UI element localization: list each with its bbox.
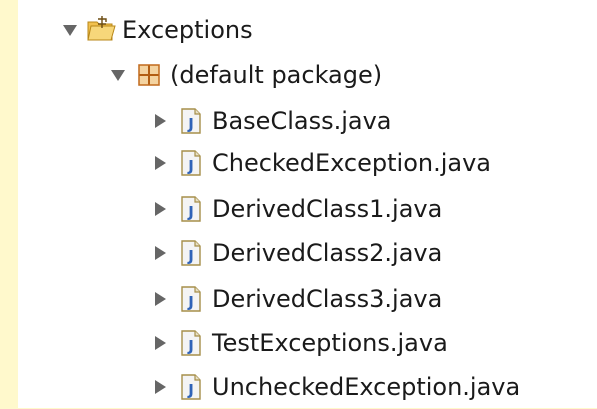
java-file-icon: J (176, 238, 206, 268)
tree-item-file[interactable]: J DerivedClass2.java (150, 231, 442, 275)
tree-item-file[interactable]: J CheckedException.java (150, 141, 491, 185)
file-label: TestExceptions.java (212, 329, 448, 357)
java-file-icon: J (176, 194, 206, 224)
project-label: Exceptions (122, 16, 253, 44)
project-folder-icon (86, 15, 116, 45)
collapsed-arrow-icon[interactable] (150, 243, 170, 263)
tree-item-file[interactable]: J DerivedClass3.java (150, 277, 442, 321)
svg-text:J: J (187, 381, 194, 399)
file-label: DerivedClass2.java (212, 239, 443, 267)
file-label: DerivedClass3.java (212, 285, 443, 313)
package-icon (134, 60, 164, 90)
svg-text:J: J (187, 247, 194, 265)
tree-item-default-package[interactable]: (default package) (108, 53, 382, 97)
svg-text:J: J (187, 203, 194, 221)
java-file-icon: J (176, 328, 206, 358)
file-label: BaseClass.java (212, 107, 392, 135)
file-label: DerivedClass1.java (212, 195, 443, 223)
java-file-icon: J (176, 372, 206, 402)
expanded-arrow-icon[interactable] (60, 20, 80, 40)
java-file-icon: J (176, 284, 206, 314)
collapsed-arrow-icon[interactable] (150, 333, 170, 353)
tree-item-project[interactable]: Exceptions (60, 8, 253, 52)
svg-text:J: J (187, 115, 194, 133)
package-explorer-tree: Exceptions (default package) J BaseClass… (18, 0, 597, 408)
tree-item-file[interactable]: J TestExceptions.java (150, 321, 448, 365)
expanded-arrow-icon[interactable] (108, 65, 128, 85)
svg-text:J: J (187, 337, 194, 355)
package-label: (default package) (170, 61, 383, 89)
file-label: UncheckedException.java (212, 373, 521, 401)
collapsed-arrow-icon[interactable] (150, 111, 170, 131)
tree-item-file[interactable]: J DerivedClass1.java (150, 187, 442, 231)
tree-item-file[interactable]: J UncheckedException.java (150, 365, 520, 409)
java-file-icon: J (176, 148, 206, 178)
collapsed-arrow-icon[interactable] (150, 199, 170, 219)
svg-text:J: J (187, 157, 194, 175)
collapsed-arrow-icon[interactable] (150, 153, 170, 173)
tree-item-file[interactable]: J BaseClass.java (150, 99, 392, 143)
svg-text:J: J (187, 293, 194, 311)
collapsed-arrow-icon[interactable] (150, 289, 170, 309)
java-file-icon: J (176, 106, 206, 136)
file-label: CheckedException.java (212, 149, 491, 177)
collapsed-arrow-icon[interactable] (150, 377, 170, 397)
